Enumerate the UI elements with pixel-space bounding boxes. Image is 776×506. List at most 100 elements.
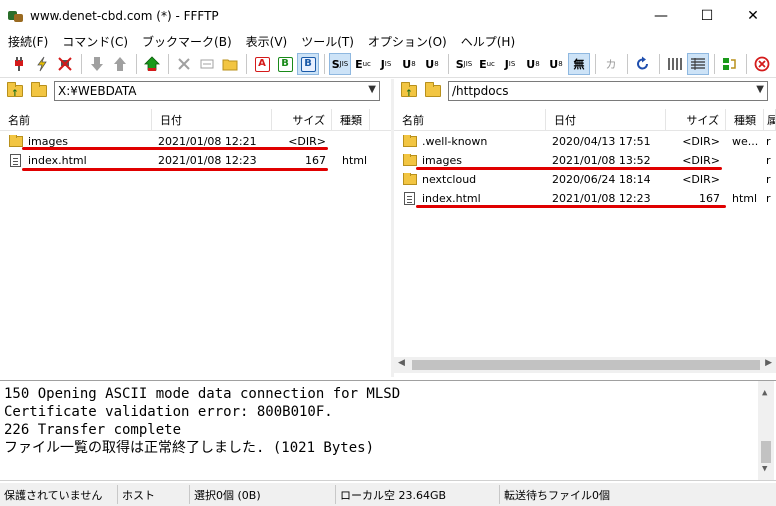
column-date[interactable]: 日付 [152, 109, 272, 131]
file-name: nextcloud [422, 173, 477, 186]
local-jis-button[interactable]: J IS [499, 53, 521, 75]
refresh-icon[interactable] [632, 53, 654, 75]
maximize-button[interactable]: ☐ [684, 0, 730, 31]
log-line: ファイル一覧の取得は正常終了しました. (1021 Bytes) [4, 440, 375, 456]
folder-icon [403, 173, 417, 185]
toolbar-separator [168, 54, 169, 74]
local-sjis-button[interactable]: S JIS [453, 53, 475, 75]
toolbar-separator [595, 54, 596, 74]
remote-file-list: .well-known 2020/04/13 17:51 <DIR> we...… [394, 132, 776, 208]
sjis-label: S [455, 57, 464, 71]
security-status: 保護されていません [0, 485, 118, 504]
utf8n-label: U [526, 57, 536, 71]
host-utf8n-button[interactable]: U8 [398, 53, 420, 75]
remote-path-combobox[interactable]: /httpdocs ▼ [448, 81, 768, 101]
local-free-space: ローカル空 23.64GB [336, 485, 500, 504]
scroll-up-icon[interactable]: ▲ [762, 384, 767, 402]
menu-options[interactable]: オプション(O) [361, 33, 454, 50]
scroll-right-icon[interactable]: ▶ [765, 358, 772, 368]
scroll-down-icon[interactable]: ▼ [762, 460, 767, 478]
remote-open-folder-button[interactable] [424, 82, 442, 100]
local-list-header: 名前 日付 サイズ 種類 [0, 109, 391, 131]
list-item[interactable]: nextcloud 2020/06/24 18:14 <DIR> r [394, 170, 776, 189]
local-utf8-button[interactable]: U8 [545, 53, 567, 75]
local-open-folder-button[interactable] [30, 82, 48, 100]
list-view-icon[interactable] [664, 53, 686, 75]
folder-open-icon [31, 82, 47, 97]
column-type[interactable]: 種類 [726, 109, 764, 131]
file-attr: r [766, 173, 771, 186]
stop-transfer-icon[interactable] [751, 53, 773, 75]
new-folder-icon[interactable] [219, 53, 241, 75]
local-file-list: images 2021/01/08 12:21 <DIR> index.html… [0, 132, 391, 171]
minimize-button[interactable]: — [638, 0, 684, 31]
host-euc-button[interactable]: Euc [352, 53, 374, 75]
toolbar-separator [746, 54, 747, 74]
host-status: ホスト [118, 485, 190, 504]
menu-connect[interactable]: 接続(F) [0, 33, 55, 50]
folder-icon [403, 154, 417, 166]
sync-folders-icon[interactable] [719, 53, 741, 75]
remote-horizontal-scrollbar[interactable]: ◀ ▶ [394, 357, 776, 373]
host-utf8-button[interactable]: U8 [421, 53, 443, 75]
local-utf8n-button[interactable]: U8 [522, 53, 544, 75]
status-bar: 保護されていません ホスト 選択0個 (0B) ローカル空 23.64GB 転送… [0, 483, 776, 506]
column-type[interactable]: 種類 [332, 109, 370, 131]
detail-view-icon[interactable] [687, 53, 709, 75]
file-size: 167 [699, 192, 720, 205]
close-button[interactable]: ✕ [730, 0, 776, 31]
menu-bookmark[interactable]: ブックマーク(B) [135, 33, 239, 50]
scroll-left-icon[interactable]: ◀ [398, 358, 405, 368]
local-path-combobox[interactable]: X:¥WEBDATA ▼ [54, 81, 380, 101]
remote-up-folder-button[interactable]: ↑ [400, 82, 418, 100]
toolbar-separator [324, 54, 325, 74]
column-name[interactable]: 名前 [394, 109, 546, 131]
connect-plug-icon[interactable] [8, 53, 30, 75]
quick-connect-lightning-icon[interactable] [31, 53, 53, 75]
column-size[interactable]: サイズ [272, 109, 332, 131]
file-attr: r [766, 154, 771, 167]
mirror-upload-icon[interactable] [141, 53, 163, 75]
list-item[interactable]: index.html 2021/01/08 12:23 167 html r [394, 189, 776, 208]
column-size[interactable]: サイズ [666, 109, 726, 131]
list-item[interactable]: index.html 2021/01/08 12:23 167 html [0, 151, 391, 171]
toolbar: A B B S JIS Euc J IS U8 U8 S JIS Euc J IS U8… [0, 51, 776, 78]
delete-x-icon[interactable] [173, 53, 195, 75]
list-item[interactable]: .well-known 2020/04/13 17:51 <DIR> we...… [394, 132, 776, 151]
kana-conversion-button[interactable]: カ [600, 53, 622, 75]
download-arrow-icon[interactable] [86, 53, 108, 75]
file-name: .well-known [422, 135, 488, 148]
local-euc-button[interactable]: Euc [476, 53, 498, 75]
menu-help[interactable]: ヘルプ(H) [454, 33, 522, 50]
chevron-down-icon[interactable]: ▼ [756, 84, 764, 95]
auto-mode-button[interactable]: B [297, 53, 319, 75]
host-sjis-button[interactable]: S JIS [329, 53, 351, 75]
column-attr[interactable]: 属 [764, 109, 776, 131]
menu-view[interactable]: 表示(V) [239, 33, 295, 50]
ascii-mode-icon: A [254, 56, 270, 72]
file-size: <DIR> [682, 154, 720, 167]
toolbar-separator [81, 54, 82, 74]
log-vertical-scrollbar[interactable]: ▲ ▼ [758, 381, 774, 480]
list-item[interactable]: images 2021/01/08 12:21 <DIR> [0, 132, 391, 151]
column-name[interactable]: 名前 [0, 109, 152, 131]
scrollbar-thumb[interactable] [412, 360, 760, 370]
column-date[interactable]: 日付 [546, 109, 666, 131]
toolbar-separator [714, 54, 715, 74]
binary-mode-button[interactable]: B [274, 53, 296, 75]
disconnect-icon[interactable] [54, 53, 76, 75]
local-path-text: X:¥WEBDATA [58, 84, 137, 98]
local-up-folder-button[interactable]: ↑ [6, 82, 24, 100]
rename-icon[interactable] [196, 53, 218, 75]
no-conversion-button[interactable]: 無 [568, 53, 590, 75]
list-item[interactable]: images 2021/01/08 13:52 <DIR> r [394, 151, 776, 170]
window-controls: — ☐ ✕ [638, 0, 776, 31]
host-jis-button[interactable]: J IS [375, 53, 397, 75]
file-name: images [422, 154, 462, 167]
menu-command[interactable]: コマンド(C) [55, 33, 135, 50]
ascii-mode-button[interactable]: A [251, 53, 273, 75]
menu-tools[interactable]: ツール(T) [294, 33, 361, 50]
upload-arrow-icon[interactable] [109, 53, 131, 75]
chevron-down-icon[interactable]: ▼ [368, 84, 376, 95]
window-title: www.denet-cbd.com (*) - FFFTP [30, 8, 219, 23]
